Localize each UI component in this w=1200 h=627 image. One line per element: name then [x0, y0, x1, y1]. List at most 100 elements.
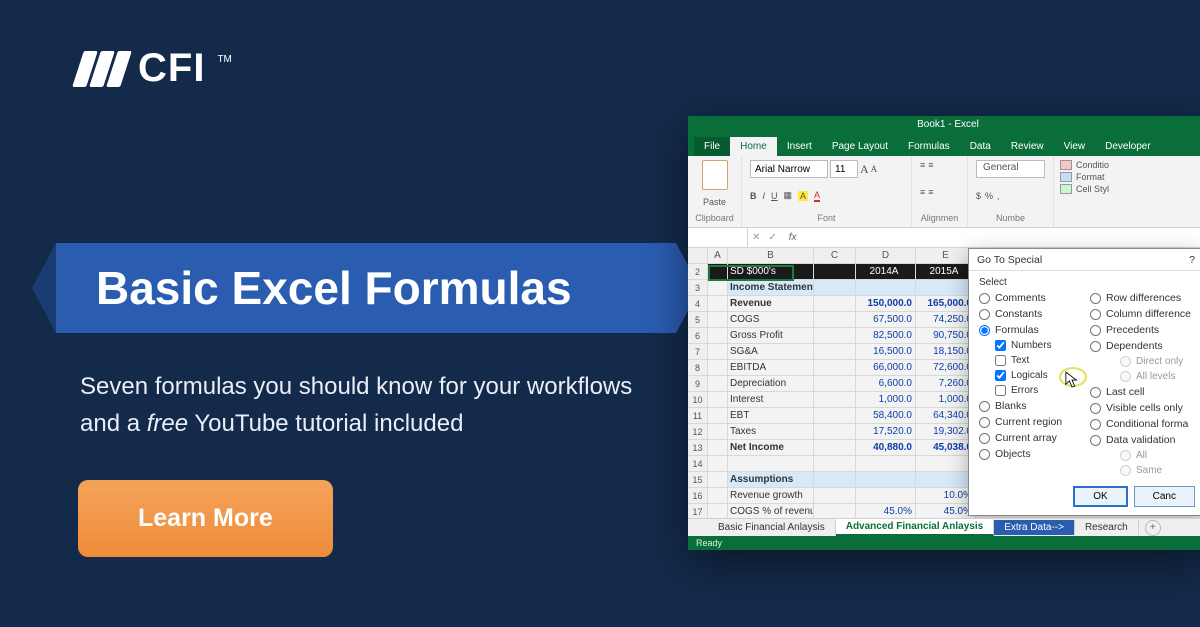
ribbon-number-group: General $ % , Numbe [968, 156, 1054, 227]
table-row[interactable]: 11EBT58,400.064,340.0 [688, 408, 978, 424]
col-header-A[interactable]: A [708, 248, 728, 264]
subtitle: Seven formulas you should know for your … [80, 368, 640, 442]
grid-header-e: 2015A [916, 264, 976, 280]
table-row[interactable]: 12Taxes17,520.019,302.0 [688, 424, 978, 440]
ribbon-tab-developer[interactable]: Developer [1095, 137, 1161, 156]
sheet-tab[interactable]: Research [1075, 520, 1139, 535]
dialog-option-visible-cells-only[interactable]: Visible cells only [1090, 402, 1193, 414]
ribbon-tab-review[interactable]: Review [1001, 137, 1054, 156]
dialog-option-column-difference[interactable]: Column difference [1090, 308, 1193, 320]
ribbon-tab-data[interactable]: Data [960, 137, 1001, 156]
ribbon-tab-view[interactable]: View [1054, 137, 1096, 156]
underline-icon[interactable]: U [771, 191, 778, 201]
sheet-tab[interactable]: Advanced Financial Anlaysis [836, 519, 994, 536]
title-bar: Basic Excel Formulas [56, 243, 676, 333]
table-row[interactable]: 16Revenue growth10.0% [688, 488, 978, 504]
number-format-select[interactable]: General [976, 160, 1045, 178]
sheet-tab[interactable]: Extra Data--> [994, 520, 1075, 535]
dialog-option-all: All [1090, 450, 1193, 461]
table-row[interactable]: 4Revenue150,000.0165,000.0 [688, 296, 978, 312]
decrease-font-icon[interactable]: A [871, 164, 878, 174]
ribbon-tab-home[interactable]: Home [730, 137, 777, 156]
dialog-ok-button[interactable]: OK [1073, 486, 1127, 507]
dialog-option-conditional-forma[interactable]: Conditional forma [1090, 418, 1193, 430]
dialog-option-data-validation[interactable]: Data validation [1090, 434, 1193, 446]
ribbon-tab-page-layout[interactable]: Page Layout [822, 137, 898, 156]
align-center-icon[interactable]: ≡ [928, 187, 933, 197]
enter-fx-icon[interactable]: ✓ [764, 232, 780, 243]
dialog-option-dependents[interactable]: Dependents [1090, 340, 1193, 352]
excel-ribbon: Paste Clipboard A A B I U ▦ A A Font ≡ [688, 156, 1200, 228]
cell-styles-button[interactable]: Cell Styl [1060, 184, 1200, 194]
worksheet-grid[interactable]: ABCDE 2 SD $000's 2014A 2015A 3Income St… [688, 248, 978, 520]
add-sheet-button[interactable]: + [1145, 520, 1161, 536]
dialog-option-text[interactable]: Text [979, 355, 1082, 366]
sheet-tab[interactable]: Basic Financial Anlaysis [708, 520, 836, 535]
percent-icon[interactable]: % [985, 191, 993, 201]
table-row[interactable]: 15Assumptions [688, 472, 978, 488]
dialog-option-objects[interactable]: Objects [979, 448, 1082, 460]
ribbon-tab-formulas[interactable]: Formulas [898, 137, 960, 156]
table-row[interactable]: 6Gross Profit82,500.090,750.0 [688, 328, 978, 344]
align-top-icon[interactable]: ≡ [920, 160, 925, 170]
align-left-icon[interactable]: ≡ [920, 187, 925, 197]
font-size-input[interactable] [830, 160, 858, 178]
col-header-C[interactable]: C [814, 248, 856, 264]
dialog-option-row-differences[interactable]: Row differences [1090, 292, 1193, 304]
paste-icon[interactable] [702, 160, 728, 190]
ribbon-tab-insert[interactable]: Insert [777, 137, 822, 156]
cancel-fx-icon[interactable]: ✕ [748, 232, 764, 243]
dialog-cancel-button[interactable]: Canc [1134, 486, 1195, 507]
dialog-option-comments[interactable]: Comments [979, 292, 1082, 304]
dialog-help-icon[interactable]: ? [1189, 254, 1195, 266]
logo-tm: TM [217, 54, 231, 65]
col-header-B[interactable]: B [728, 248, 814, 264]
learn-more-button[interactable]: Learn More [78, 480, 333, 557]
dialog-option-current-array[interactable]: Current array [979, 432, 1082, 444]
ribbon-styles-group: Conditio Format Cell Styl [1054, 156, 1200, 227]
table-row[interactable]: 14 [688, 456, 978, 472]
go-to-special-dialog: Go To Special ? Select CommentsConstants… [968, 248, 1200, 516]
table-row[interactable]: 10Interest1,000.01,000.0 [688, 392, 978, 408]
sheet-tabs: Basic Financial AnlaysisAdvanced Financi… [688, 518, 1200, 536]
currency-icon[interactable]: $ [976, 191, 981, 201]
increase-font-icon[interactable]: A [860, 162, 869, 177]
conditional-formatting-button[interactable]: Conditio [1060, 160, 1200, 170]
fx-icon[interactable]: fx [781, 232, 805, 243]
cursor-icon [1065, 371, 1079, 389]
table-row[interactable]: 3Income Statement [688, 280, 978, 296]
dialog-option-constants[interactable]: Constants [979, 308, 1082, 320]
excel-screenshot: Book1 - Excel FileHomeInsertPage LayoutF… [688, 116, 1200, 550]
dialog-option-numbers[interactable]: Numbers [979, 340, 1082, 351]
dialog-option-blanks[interactable]: Blanks [979, 400, 1082, 412]
dialog-option-last-cell[interactable]: Last cell [1090, 386, 1193, 398]
table-row[interactable]: 9Depreciation6,600.07,260.0 [688, 376, 978, 392]
italic-icon[interactable]: I [763, 191, 766, 201]
name-box[interactable] [688, 228, 748, 247]
table-row[interactable]: 13Net Income40,880.045,038.0 [688, 440, 978, 456]
ribbon-tab-file[interactable]: File [694, 137, 730, 156]
excel-ribbon-tabs: FileHomeInsertPage LayoutFormulasDataRev… [688, 134, 1200, 156]
bold-icon[interactable]: B [750, 191, 757, 201]
table-row[interactable]: 8EBITDA66,000.072,600.0 [688, 360, 978, 376]
format-as-table-button[interactable]: Format [1060, 172, 1200, 182]
comma-icon[interactable]: , [997, 191, 1000, 201]
dialog-option-formulas[interactable]: Formulas [979, 324, 1082, 336]
dialog-option-current-region[interactable]: Current region [979, 416, 1082, 428]
fill-color-icon[interactable]: A [798, 191, 808, 201]
col-header-D[interactable]: D [856, 248, 916, 264]
dialog-option-same: Same [1090, 465, 1193, 476]
font-name-input[interactable] [750, 160, 828, 178]
dialog-option-precedents[interactable]: Precedents [1090, 324, 1193, 336]
subtitle-emphasis: free [147, 410, 188, 437]
table-row[interactable]: 5COGS67,500.074,250.0 [688, 312, 978, 328]
border-icon[interactable]: ▦ [784, 190, 793, 201]
grid-header-d: 2014A [856, 264, 916, 280]
table-row[interactable]: 7SG&A16,500.018,150.0 [688, 344, 978, 360]
logo-bars-icon [78, 51, 126, 87]
align-mid-icon[interactable]: ≡ [928, 160, 933, 170]
subtitle-part-b: YouTube tutorial included [188, 410, 463, 437]
dialog-titlebar[interactable]: Go To Special ? [969, 249, 1200, 271]
font-color-icon[interactable]: A [814, 190, 820, 202]
col-header-E[interactable]: E [916, 248, 976, 264]
